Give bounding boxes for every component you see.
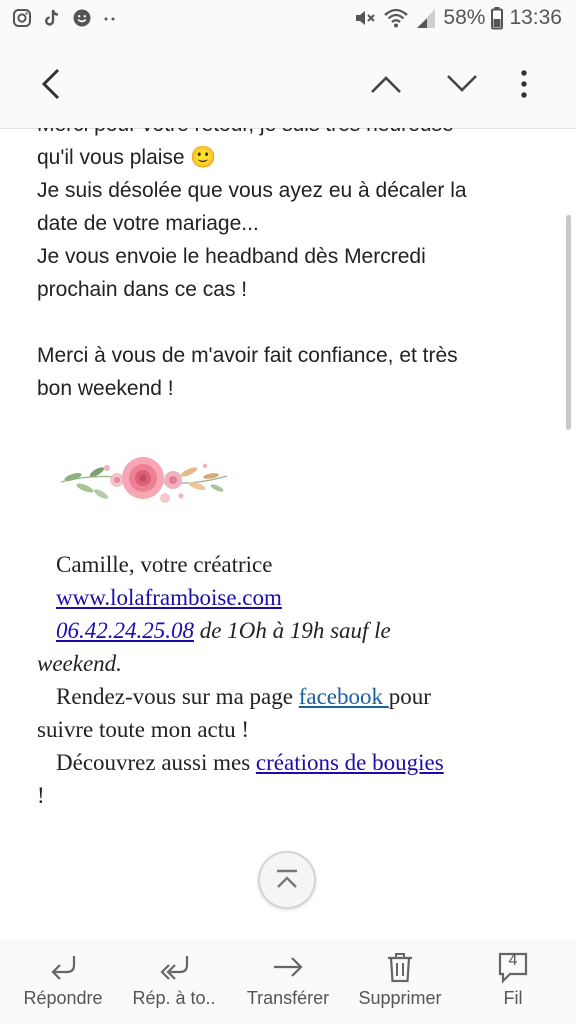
reply-label: Répondre [23, 988, 103, 1008]
mute-icon [356, 11, 376, 25]
more-options-button[interactable] [500, 60, 548, 108]
back-button[interactable] [28, 60, 76, 108]
more-vert-icon [521, 70, 527, 98]
delete-button[interactable]: Supprimer [352, 940, 448, 1024]
candles-link[interactable]: créations de bougies [256, 750, 444, 775]
opening-hours: de 1Oh à 19h sauf le [194, 618, 391, 643]
trash-icon [388, 953, 412, 983]
mail-line: date de votre mariage... [37, 212, 259, 235]
forward-label: Transférer [246, 988, 330, 1008]
previous-mail-button[interactable] [362, 60, 410, 108]
chevron-down-icon [447, 75, 477, 92]
mail-text: Merci pour votre retour, je suis très he… [37, 128, 537, 812]
mail-line: Je vous envoie le headband dès Mercredi [37, 245, 426, 268]
facebook-text: Rendez-vous sur ma page [56, 684, 299, 709]
signal-icon [417, 9, 436, 28]
facebook-text-end: pour [388, 684, 431, 709]
mail-line: Je suis désolée que vous ayez eu à décal… [37, 179, 467, 202]
thread-button[interactable]: 4 Fil [474, 940, 552, 1024]
floral-banner-image [60, 457, 228, 503]
mail-line-partial: Merci pour votre retour, je suis très he… [37, 128, 537, 141]
scrollbar-thumb[interactable] [566, 215, 571, 430]
mail-line: prochain dans ce cas ! [37, 278, 248, 301]
clock: 13:36 [509, 6, 562, 29]
back-arrow-icon [41, 68, 60, 100]
waze-icon [73, 9, 91, 27]
facebook-link[interactable]: facebook [299, 684, 389, 709]
mail-line: qu'il vous plaise 🙂 [37, 146, 217, 169]
battery-percent: 58% [443, 6, 486, 29]
phone-link[interactable]: 06.42.24.25.08 [56, 618, 194, 643]
facebook-text-line2: suivre toute mon actu ! [37, 717, 250, 742]
tiktok-icon [45, 9, 59, 26]
candles-text-end: ! [37, 783, 45, 808]
mail-body[interactable]: Merci pour votre retour, je suis très he… [0, 128, 576, 940]
mail-line: bon weekend ! [37, 377, 174, 400]
reply-all-label: Rép. à to.. [132, 988, 216, 1008]
bottom-action-bar: Répondre Rép. à to.. Transférer Supprime… [0, 940, 576, 1024]
thread-label: Fil [503, 988, 523, 1008]
signature-name: Camille, votre créatrice [56, 552, 273, 577]
reply-all-button[interactable]: Rép. à to.. [126, 940, 222, 1024]
forward-button[interactable]: Transférer [240, 940, 336, 1024]
reply-icon [51, 956, 76, 980]
forward-arrow-icon [274, 957, 303, 977]
thread-icon-wrap: 4 [496, 950, 530, 984]
email-signature: Camille, votre créatrice www.lolaframboi… [37, 548, 537, 812]
battery-icon [491, 7, 504, 30]
chevron-up-icon [371, 76, 401, 93]
website-link[interactable]: www.lolaframboise.com [56, 585, 282, 610]
candles-text: Découvrez aussi mes [56, 750, 256, 775]
wifi-icon [384, 8, 409, 28]
status-bar: 58% 13:36 [0, 0, 576, 40]
mail-toolbar [0, 40, 576, 129]
more-dots-icon [104, 17, 115, 21]
mail-line: Merci à vous de m'avoir fait confiance, … [37, 344, 458, 367]
reply-all-icon [160, 956, 189, 980]
opening-hours-end: weekend. [37, 651, 122, 676]
instagram-icon [13, 9, 31, 27]
delete-label: Supprimer [358, 988, 442, 1008]
scroll-to-top-button[interactable] [258, 851, 316, 909]
thread-count: 4 [508, 952, 518, 969]
scroll-top-icon [277, 869, 297, 888]
next-mail-button[interactable] [438, 60, 486, 108]
reply-button[interactable]: Répondre [16, 940, 110, 1024]
